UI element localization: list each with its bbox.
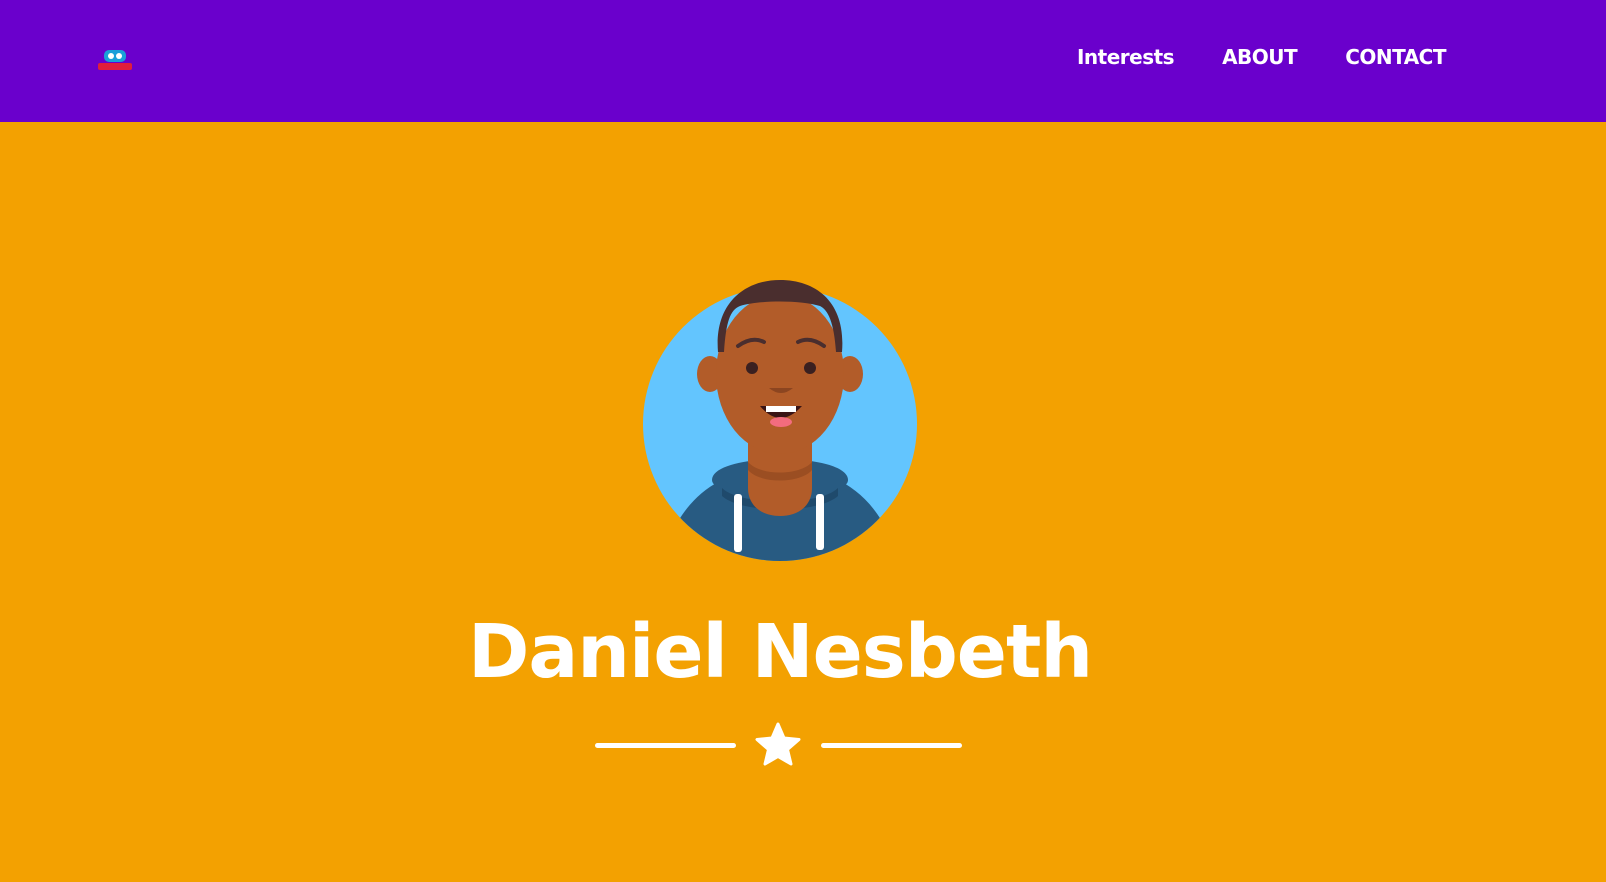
navbar: Interests ABOUT CONTACT [0, 0, 1606, 122]
divider-line-right [821, 743, 962, 748]
nav-item-contact: CONTACT [1345, 40, 1446, 74]
nav-link-interests[interactable]: Interests [1077, 45, 1175, 69]
brand-logo[interactable] [96, 48, 136, 74]
avatar [640, 270, 920, 566]
gamepad-logo-icon [98, 50, 132, 70]
nav-link-contact[interactable]: CONTACT [1345, 45, 1446, 69]
star-icon [755, 722, 801, 768]
star-icon-glyph [755, 722, 801, 766]
nav-link-about[interactable]: ABOUT [1222, 45, 1298, 69]
nav-item-about: ABOUT [1222, 40, 1298, 74]
person-avatar-icon [643, 280, 917, 561]
star-divider [595, 722, 962, 770]
hero-title: Daniel Nesbeth [467, 609, 1093, 695]
nav-item-interests: Interests [1077, 40, 1175, 74]
nav-links: Interests ABOUT CONTACT [1077, 40, 1447, 74]
divider-line-left [595, 743, 736, 748]
